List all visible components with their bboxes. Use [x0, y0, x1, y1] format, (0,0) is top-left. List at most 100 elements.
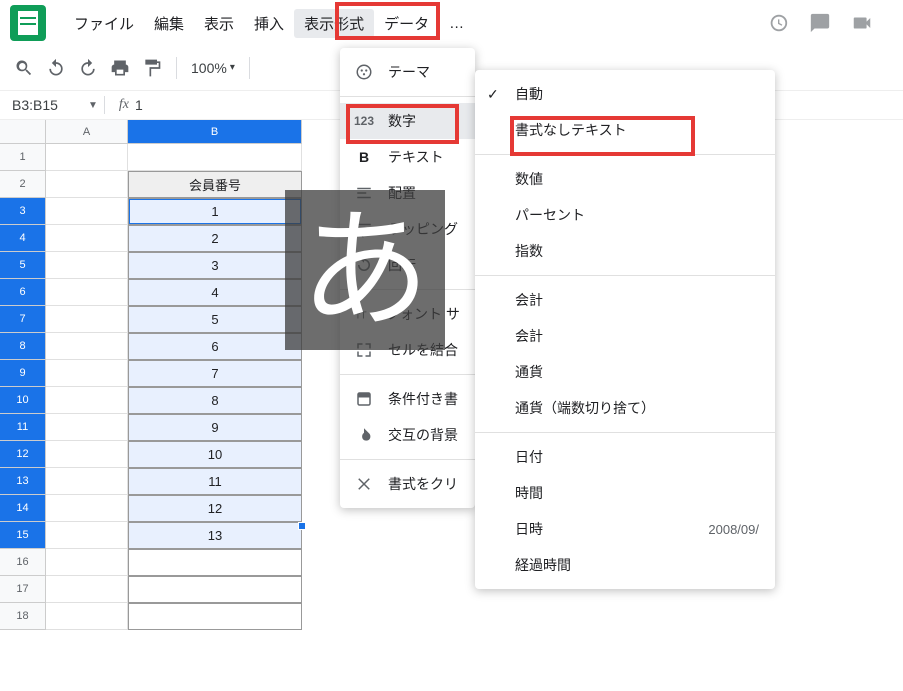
cell[interactable]: 3 [128, 252, 302, 279]
menu-clear-formatting[interactable]: 書式をクリ [340, 466, 475, 502]
row-header[interactable]: 14 [0, 495, 46, 522]
row-header[interactable]: 3 [0, 198, 46, 225]
comment-icon[interactable] [809, 12, 831, 34]
submenu-automatic[interactable]: ✓自動 [475, 76, 775, 112]
row-header[interactable]: 15 [0, 522, 46, 549]
menu-view[interactable]: 表示 [194, 9, 244, 38]
cell[interactable] [46, 576, 128, 603]
menu-theme[interactable]: テーマ [340, 54, 475, 90]
row-header[interactable]: 16 [0, 549, 46, 576]
row-header[interactable]: 7 [0, 306, 46, 333]
row-header[interactable]: 5 [0, 252, 46, 279]
submenu-date[interactable]: 日付 [475, 439, 775, 475]
row-header[interactable]: 9 [0, 360, 46, 387]
cell[interactable]: 10 [128, 441, 302, 468]
undo-icon[interactable] [46, 58, 66, 78]
row-header[interactable]: 11 [0, 414, 46, 441]
cell[interactable] [128, 549, 302, 576]
cell[interactable] [46, 603, 128, 630]
menu-number[interactable]: 123数字 [340, 103, 475, 139]
name-box[interactable]: B3:B15 [8, 95, 88, 115]
meet-icon[interactable] [851, 12, 873, 34]
row-header[interactable]: 6 [0, 279, 46, 306]
menu-alternating-colors[interactable]: 交互の背景 [340, 417, 475, 453]
cell[interactable]: 13 [128, 522, 302, 549]
formula-input[interactable]: 1 [135, 97, 143, 113]
submenu-plain-text[interactable]: 書式なしテキスト [475, 112, 775, 148]
row-header[interactable]: 8 [0, 333, 46, 360]
cell[interactable] [46, 549, 128, 576]
cell[interactable] [46, 171, 128, 198]
submenu-time[interactable]: 時間 [475, 475, 775, 511]
select-all-corner[interactable] [0, 120, 46, 144]
row-header[interactable]: 1 [0, 144, 46, 171]
cell[interactable]: 1 [128, 198, 302, 225]
cell[interactable] [128, 144, 302, 171]
col-header-B[interactable]: B [128, 120, 302, 144]
row-header[interactable]: 17 [0, 576, 46, 603]
submenu-financial[interactable]: 会計 [475, 318, 775, 354]
zoom-select[interactable]: 100%▾ [191, 60, 235, 76]
cell[interactable]: 9 [128, 414, 302, 441]
cell[interactable]: 8 [128, 387, 302, 414]
menu-data[interactable]: データ [374, 9, 439, 38]
submenu-duration[interactable]: 経過時間 [475, 547, 775, 583]
cell[interactable] [46, 441, 128, 468]
submenu-number[interactable]: 数値 [475, 161, 775, 197]
check-icon: ✓ [487, 86, 499, 103]
cell[interactable] [46, 198, 128, 225]
submenu-currency[interactable]: 通貨 [475, 354, 775, 390]
name-box-caret-icon[interactable]: ▼ [88, 100, 98, 111]
cell[interactable]: 2 [128, 225, 302, 252]
row-header[interactable]: 13 [0, 468, 46, 495]
menu-conditional-format[interactable]: 条件付き書 [340, 381, 475, 417]
row-header[interactable]: 4 [0, 225, 46, 252]
ime-indicator: あ [285, 190, 445, 350]
fill-handle[interactable] [298, 522, 306, 530]
history-icon[interactable] [767, 12, 789, 34]
row-header[interactable]: 2 [0, 171, 46, 198]
menu-insert[interactable]: 挿入 [244, 9, 294, 38]
search-icon[interactable] [14, 58, 34, 78]
submenu-scientific[interactable]: 指数 [475, 233, 775, 269]
cell[interactable]: 12 [128, 495, 302, 522]
cell[interactable] [46, 144, 128, 171]
submenu-accounting[interactable]: 会計 [475, 282, 775, 318]
row-header[interactable]: 18 [0, 603, 46, 630]
cell[interactable] [46, 387, 128, 414]
cell[interactable] [46, 306, 128, 333]
col-header-A[interactable]: A [46, 120, 128, 144]
cell[interactable] [46, 522, 128, 549]
cell[interactable] [46, 495, 128, 522]
cell[interactable]: 7 [128, 360, 302, 387]
print-icon[interactable] [110, 58, 130, 78]
row-header[interactable]: 12 [0, 441, 46, 468]
cell[interactable] [46, 225, 128, 252]
cell[interactable] [128, 603, 302, 630]
menu-text[interactable]: Bテキスト [340, 139, 475, 175]
toolbar-divider [176, 57, 177, 79]
cell[interactable] [128, 576, 302, 603]
cell[interactable]: 4 [128, 279, 302, 306]
cell[interactable] [46, 414, 128, 441]
cell[interactable] [46, 252, 128, 279]
menu-format[interactable]: 表示形式 [294, 9, 374, 38]
row-header[interactable]: 10 [0, 387, 46, 414]
submenu-currency-rounded[interactable]: 通貨（端数切り捨て） [475, 390, 775, 426]
cell[interactable] [46, 279, 128, 306]
submenu-percent[interactable]: パーセント [475, 197, 775, 233]
cell[interactable]: 6 [128, 333, 302, 360]
redo-icon[interactable] [78, 58, 98, 78]
paint-format-icon[interactable] [142, 58, 162, 78]
cell[interactable]: 5 [128, 306, 302, 333]
menubar: ファイル 編集 表示 挿入 表示形式 データ … [0, 0, 903, 48]
cell[interactable] [46, 333, 128, 360]
cell[interactable] [46, 360, 128, 387]
menu-file[interactable]: ファイル [64, 9, 144, 38]
submenu-datetime[interactable]: 日時2008/09/ [475, 511, 775, 547]
cell[interactable] [46, 468, 128, 495]
cell[interactable]: 会員番号 [128, 171, 302, 198]
menu-more[interactable]: … [439, 11, 474, 36]
cell[interactable]: 11 [128, 468, 302, 495]
menu-edit[interactable]: 編集 [144, 9, 194, 38]
